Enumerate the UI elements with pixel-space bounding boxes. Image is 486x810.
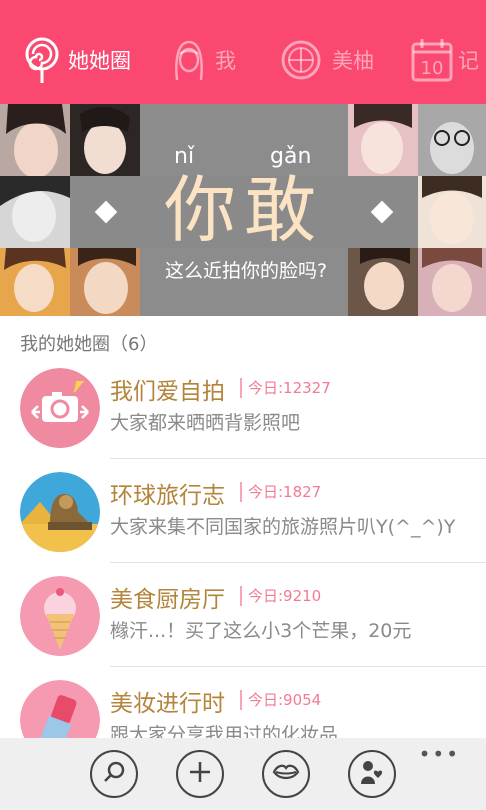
selfie-photo — [0, 248, 70, 316]
today-count: 今日:9210 — [240, 586, 321, 606]
lollipop-icon — [20, 34, 64, 86]
tab-label: 美柚 — [332, 49, 374, 73]
divider — [110, 666, 486, 667]
top-tab-bar: 她她圈 我 美柚 10 记 — [0, 0, 486, 104]
tab-label: 记 — [458, 49, 479, 73]
search-icon — [101, 759, 127, 789]
banner-headline: 你敢 — [163, 168, 324, 252]
selfie-photo — [418, 104, 486, 176]
tab-label: 她她圈 — [68, 49, 131, 73]
bottom-app-bar: ••• — [0, 738, 486, 810]
ice-cream-icon — [20, 576, 100, 656]
circle-name: 我们爱自拍 — [110, 379, 225, 405]
circle-description: 橼汗...！买了这么小3个芒果，20元 — [110, 620, 412, 642]
selfie-photo — [0, 176, 70, 248]
list-item[interactable]: 环球旅行志 今日:1827 大家来集不同国家的旅游照片叭Y(^_^)Y — [0, 462, 486, 566]
banner-subline: 这么近拍你的脸吗? — [164, 260, 328, 282]
selfie-photo — [418, 248, 486, 316]
add-icon — [187, 759, 213, 789]
tab-calendar[interactable]: 10 记 — [410, 32, 479, 88]
circle-description: 大家来集不同国家的旅游照片叭Y(^_^)Y — [110, 516, 456, 538]
tab-meiyou[interactable]: 美柚 — [274, 32, 374, 88]
pinyin-gan: gǎn — [270, 144, 312, 169]
search-button[interactable] — [90, 750, 138, 798]
selfie-photo — [0, 104, 70, 176]
girl-avatar-icon — [167, 34, 211, 86]
circle-description: 大家都来晒晒背影照吧 — [110, 412, 301, 434]
promo-banner[interactable]: nǐ gǎn 你敢 这么近拍你的脸吗? — [0, 104, 486, 316]
list-item[interactable]: 我们爱自拍 今日:12327 大家都来晒晒背影照吧 — [0, 358, 486, 462]
divider — [110, 562, 486, 563]
list-item[interactable]: 美食厨房厅 今日:9210 橼汗...！买了这么小3个芒果，20元 — [0, 566, 486, 670]
camera-icon — [20, 368, 100, 448]
circle-name: 环球旅行志 — [110, 483, 225, 509]
svg-text:10: 10 — [421, 58, 444, 79]
grapefruit-icon — [274, 34, 328, 86]
selfie-photo — [70, 104, 140, 176]
tab-me[interactable]: 我 — [167, 32, 236, 88]
mother-baby-button[interactable] — [348, 750, 396, 798]
selfie-photo — [70, 248, 140, 316]
lips-icon — [272, 761, 300, 787]
today-count: 今日:1827 — [240, 482, 321, 502]
circle-name: 美食厨房厅 — [110, 587, 225, 613]
mother-baby-icon — [358, 758, 386, 790]
sphinx-icon — [20, 472, 100, 552]
calendar-icon: 10 — [410, 34, 454, 86]
lips-button[interactable] — [262, 750, 310, 798]
section-title: 我的她她圈（6） — [20, 334, 158, 355]
tab-tatacircle[interactable]: 她她圈 — [20, 32, 131, 88]
tab-label: 我 — [215, 49, 236, 73]
add-button[interactable] — [176, 750, 224, 798]
more-options-icon[interactable]: ••• — [419, 742, 460, 766]
circle-name: 美妆进行时 — [110, 691, 225, 717]
pinyin-ni: nǐ — [174, 144, 195, 169]
selfie-photo — [348, 248, 418, 316]
selfie-photo — [418, 176, 486, 248]
divider — [110, 458, 486, 459]
today-count: 今日:9054 — [240, 690, 321, 710]
selfie-photo — [348, 104, 418, 176]
today-count: 今日:12327 — [240, 378, 331, 398]
